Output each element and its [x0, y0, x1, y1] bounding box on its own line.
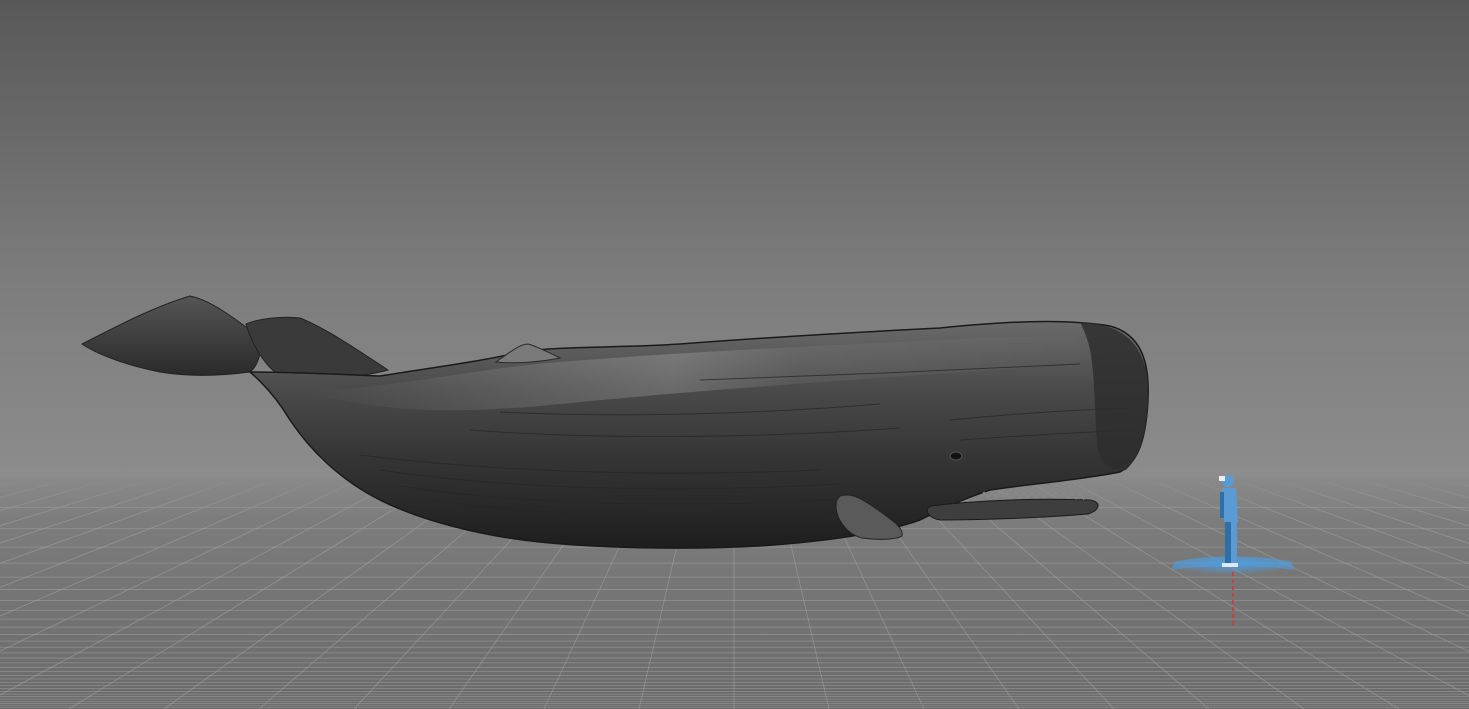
3d-viewport[interactable] — [0, 0, 1469, 709]
scale-figure-feet — [1222, 563, 1238, 567]
whale-eye — [949, 451, 963, 461]
scale-figure-torso — [1222, 488, 1238, 522]
scale-figure-leg-right — [1231, 522, 1237, 564]
scale-figure-leg-left — [1225, 522, 1231, 564]
scene-canvas[interactable] — [0, 0, 1469, 709]
scale-figure-visor — [1219, 476, 1225, 481]
scale-figure-arm — [1220, 492, 1224, 518]
